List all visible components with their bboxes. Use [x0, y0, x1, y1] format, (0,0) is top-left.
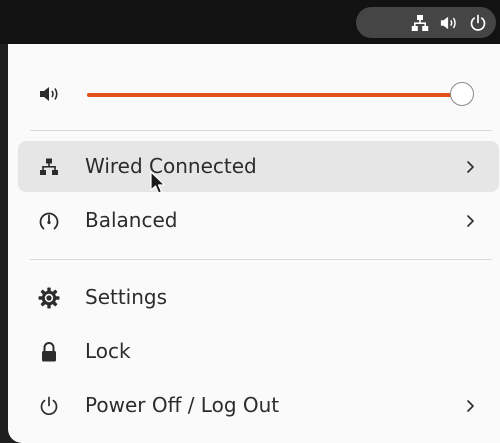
menu-item-power-mode[interactable]: Balanced	[18, 195, 499, 246]
chevron-right-icon	[465, 397, 477, 415]
menu-item-settings[interactable]: Settings	[18, 272, 499, 323]
power-icon	[469, 14, 487, 32]
menu-item-label: Balanced	[85, 208, 178, 232]
chevron-right-icon	[465, 212, 477, 230]
menu-item-label: Wired Connected	[85, 154, 257, 178]
volume-icon	[38, 84, 62, 104]
menu-item-power-off[interactable]: Power Off / Log Out	[18, 380, 499, 431]
volume-slider[interactable]	[87, 82, 474, 106]
volume-slider-fill	[87, 93, 462, 97]
power-icon	[38, 395, 60, 417]
chevron-right-icon	[465, 158, 477, 176]
volume-row	[8, 74, 500, 114]
mouse-pointer-icon	[150, 171, 166, 195]
lock-icon	[38, 341, 60, 363]
system-menu: Wired Connected Balanced Settings Lock P…	[8, 44, 500, 443]
network-wired-icon	[38, 156, 60, 178]
network-wired-icon	[411, 14, 429, 32]
menu-item-label: Settings	[85, 285, 168, 309]
menu-item-wired-connected[interactable]: Wired Connected	[18, 141, 499, 192]
top-bar	[0, 0, 500, 44]
volume-icon	[440, 14, 458, 32]
power-profile-icon	[38, 210, 60, 232]
gear-icon	[38, 287, 60, 309]
menu-item-label: Lock	[85, 339, 131, 363]
volume-slider-knob[interactable]	[450, 82, 474, 106]
menu-item-lock[interactable]: Lock	[18, 326, 499, 377]
menu-item-label: Power Off / Log Out	[85, 393, 280, 417]
system-tray-button[interactable]	[356, 7, 496, 38]
separator	[30, 259, 492, 260]
separator	[30, 130, 492, 131]
